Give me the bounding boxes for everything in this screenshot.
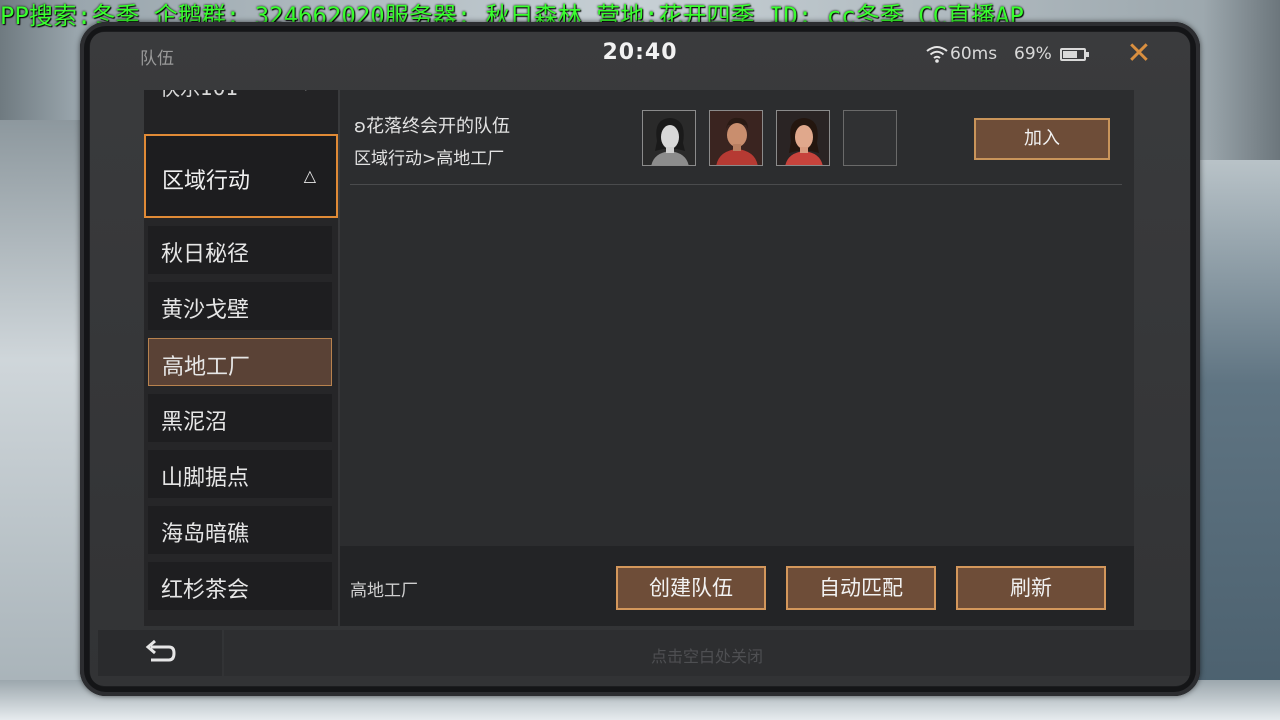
back-arrow-icon xyxy=(145,639,176,661)
submenu-item-label: 海岛暗礁 xyxy=(161,522,250,547)
category-prev[interactable]: 快乐101 ▽ xyxy=(144,90,338,135)
join-button[interactable]: 加入 xyxy=(974,118,1110,160)
background-left xyxy=(0,120,90,720)
wifi-icon xyxy=(926,46,948,63)
close-button[interactable]: ✕ xyxy=(1124,38,1154,70)
avatar-female-icon xyxy=(642,110,696,166)
empty-slot xyxy=(843,110,897,166)
submenu-item-label: 山脚据点 xyxy=(161,466,250,491)
submenu-item-redwood-tea[interactable]: 红杉茶会 xyxy=(148,562,332,610)
submenu-item-label: 黑泥沼 xyxy=(161,410,228,435)
back-button[interactable] xyxy=(98,630,222,676)
create-team-button[interactable]: 创建队伍 xyxy=(616,566,766,610)
team-row: ʚ花落终会开的队伍 区域行动>高地工厂 加入 xyxy=(340,90,1134,186)
chevron-down-icon: ▽ xyxy=(300,90,312,93)
submenu-item-label: 黄沙戈壁 xyxy=(161,298,250,323)
row-divider xyxy=(350,184,1122,185)
refresh-button[interactable]: 刷新 xyxy=(956,566,1106,610)
footer-bar: 高地工厂 创建队伍 自动匹配 刷新 xyxy=(340,546,1134,626)
submenu-item-label: 秋日秘径 xyxy=(161,242,250,267)
ping-readout: 60ms xyxy=(950,44,998,64)
submenu-item-desert[interactable]: 黄沙戈壁 xyxy=(148,282,332,330)
category-active-label: 区域行动 xyxy=(162,169,251,194)
background-right xyxy=(1190,160,1280,720)
submenu-item-autumn-path[interactable]: 秋日秘径 xyxy=(148,226,332,274)
battery-percent: 69% xyxy=(1014,44,1052,64)
submenu-item-label: 高地工厂 xyxy=(162,355,251,380)
team-list: ʚ花落终会开的队伍 区域行动>高地工厂 加入 xyxy=(340,90,1134,546)
battery-icon xyxy=(1060,48,1089,61)
team-screen: 队伍 20:40 60ms 69% ✕ 快乐101 ▽ 区域行动 △ 秋日秘径 … xyxy=(90,32,1190,686)
chevron-up-icon: △ xyxy=(303,166,316,185)
submenu-item-foothill-outpost[interactable]: 山脚据点 xyxy=(148,450,332,498)
submenu-item-island-reef[interactable]: 海岛暗礁 xyxy=(148,506,332,554)
close-hint: 点击空白处关闭 xyxy=(650,647,763,666)
submenu-item-highland-factory[interactable]: 高地工厂 xyxy=(148,338,332,386)
avatar-male-icon xyxy=(709,110,763,166)
team-name: ʚ花落终会开的队伍 xyxy=(354,116,510,137)
submenu-item-black-swamp[interactable]: 黑泥沼 xyxy=(148,394,332,442)
current-region: 高地工厂 xyxy=(350,581,418,601)
category-prev-label: 快乐101 xyxy=(160,90,238,101)
avatar-female-icon xyxy=(776,110,830,166)
category-active[interactable]: 区域行动 △ xyxy=(144,134,338,218)
team-location: 区域行动>高地工厂 xyxy=(354,149,505,169)
auto-match-button[interactable]: 自动匹配 xyxy=(786,566,936,610)
category-menu: 快乐101 ▽ 区域行动 △ 秋日秘径 黄沙戈壁 高地工厂 黑泥沼 山脚据点 海… xyxy=(144,90,338,626)
close-area[interactable]: 点击空白处关闭 xyxy=(224,630,1190,676)
submenu-item-label: 红杉茶会 xyxy=(161,578,250,603)
